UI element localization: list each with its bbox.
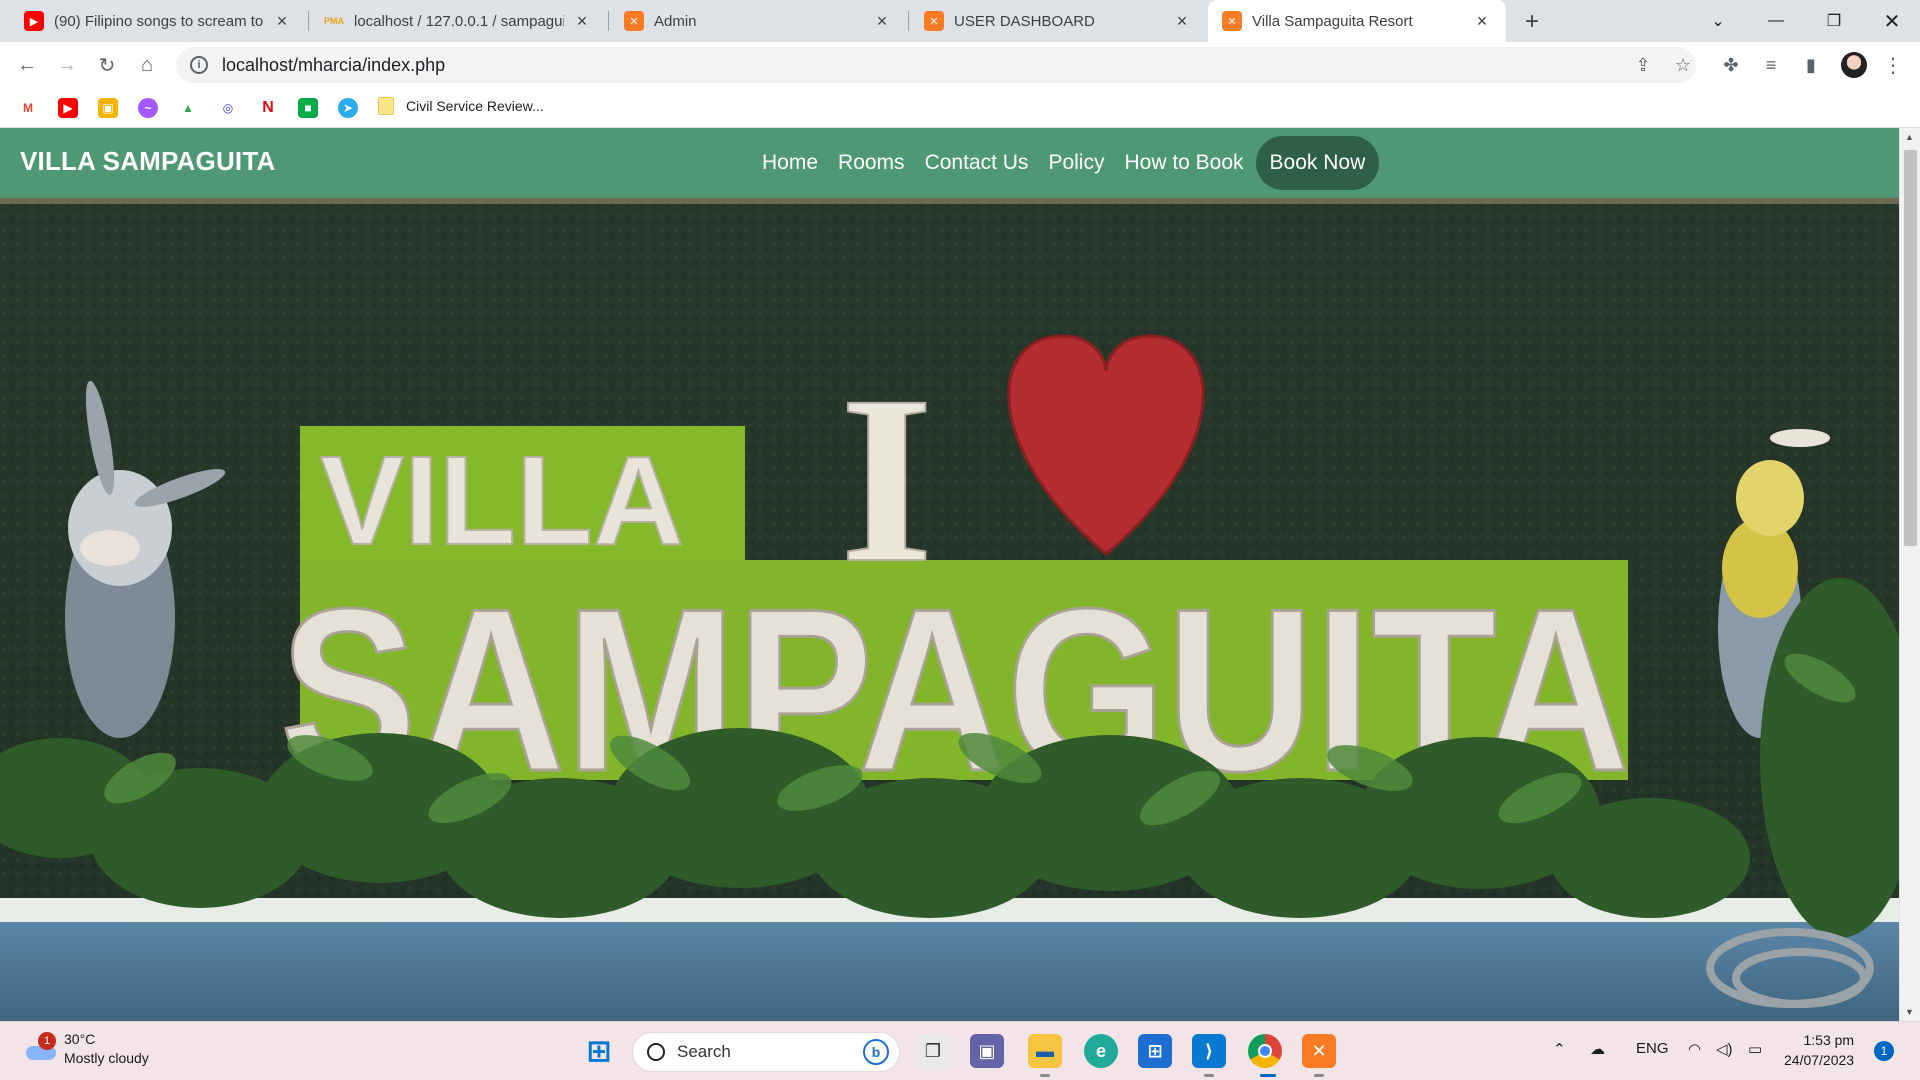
address-text: localhost/mharcia/index.php — [222, 54, 446, 75]
volume-icon[interactable]: ◁) — [1716, 1040, 1733, 1058]
close-window-button[interactable]: ✕ — [1864, 0, 1920, 42]
browser-tab[interactable]: ✕ USER DASHBOARD × — [910, 0, 1206, 42]
bing-icon[interactable]: b — [863, 1039, 889, 1065]
browser-tab[interactable]: ✕ Admin × — [610, 0, 906, 42]
weather-temp: 30°C — [64, 1031, 96, 1047]
reload-icon[interactable]: ↻ — [92, 50, 122, 80]
xampp-icon[interactable]: ✕ — [1302, 1034, 1336, 1068]
scrollbar-thumb[interactable] — [1904, 150, 1917, 546]
restore-button[interactable]: ❐ — [1806, 0, 1862, 42]
extensions-icon[interactable]: ✤ — [1716, 50, 1746, 80]
bookmark-folder[interactable]: Civil Service Review... — [378, 97, 544, 115]
youtube-icon: ▶ — [24, 11, 44, 31]
gmail-icon[interactable]: M — [18, 98, 38, 118]
tab-title: localhost / 127.0.0.1 / sampaguita — [354, 12, 564, 30]
telegram-icon[interactable]: ➤ — [338, 98, 358, 118]
netflix-icon[interactable]: N — [258, 98, 278, 118]
edge-icon[interactable]: e — [1084, 1034, 1118, 1068]
close-tab-icon[interactable]: × — [1172, 11, 1192, 31]
profile-avatar[interactable] — [1841, 52, 1867, 78]
weather-widget[interactable]: 1 30°C Mostly cloudy — [24, 1030, 149, 1068]
browser-tab-active[interactable]: ✕ Villa Sampaguita Resort × — [1208, 0, 1506, 42]
vscode-icon[interactable]: ⟩ — [1192, 1034, 1226, 1068]
new-tab-button[interactable]: + — [1518, 8, 1546, 36]
nav-contact-us[interactable]: Contact Us — [915, 136, 1039, 190]
menu-kebab-icon[interactable]: ⋮ — [1878, 50, 1908, 80]
close-tab-icon[interactable]: × — [272, 11, 292, 31]
site-info-icon[interactable]: i — [190, 56, 208, 74]
windows-taskbar: 1 30°C Mostly cloudy ⊞ Search b ❐ ▣ ▬ e … — [0, 1021, 1920, 1080]
search-label: Search — [677, 1042, 731, 1061]
phpmyadmin-icon: PMA — [324, 16, 344, 26]
show-hidden-icons-icon[interactable]: ⌃ — [1553, 1040, 1566, 1058]
wifi-icon[interactable]: ◠ — [1688, 1040, 1701, 1058]
close-tab-icon[interactable]: × — [1472, 11, 1492, 31]
forward-icon[interactable]: → — [52, 50, 82, 80]
bookmark-folder-label: Civil Service Review... — [406, 98, 544, 114]
xampp-icon: ✕ — [1222, 11, 1242, 31]
battery-icon[interactable]: ▭ — [1748, 1040, 1762, 1058]
tab-search-icon[interactable]: ⌄ — [1690, 0, 1746, 42]
youtube-icon[interactable]: ▶ — [58, 98, 78, 118]
nav-home[interactable]: Home — [752, 136, 828, 190]
home-icon[interactable]: ⌂ — [132, 50, 162, 80]
cloud-icon: 1 — [24, 1032, 58, 1064]
hero-image: VILLA I SAMPAGUITA — [0, 198, 1899, 1021]
page-viewport: VILLA SAMPAGUITA Home Rooms Contact Us P… — [0, 128, 1899, 1021]
site-navbar: VILLA SAMPAGUITA Home Rooms Contact Us P… — [0, 128, 1899, 198]
file-explorer-icon[interactable]: ▬ — [1028, 1034, 1062, 1068]
back-icon[interactable]: ← — [12, 50, 42, 80]
side-panel-icon[interactable]: ▮ — [1796, 50, 1826, 80]
folder-icon — [378, 97, 394, 115]
site-brand[interactable]: VILLA SAMPAGUITA — [20, 146, 275, 177]
notification-badge[interactable]: 1 — [1874, 1041, 1894, 1061]
share-icon[interactable]: ⇪ — [1628, 50, 1658, 80]
minimize-button[interactable]: — — [1748, 0, 1804, 42]
google-classroom-icon[interactable]: ▣ — [98, 98, 118, 118]
task-view-icon[interactable]: ❐ — [916, 1034, 950, 1068]
browser-toolbar: ← → ↻ ⌂ i localhost/mharcia/index.php ⇪ … — [0, 42, 1920, 88]
windows-start-icon[interactable]: ⊞ — [582, 1034, 616, 1068]
nav-rooms[interactable]: Rooms — [828, 136, 915, 190]
browser-tab[interactable]: PMA localhost / 127.0.0.1 / sampaguita × — [310, 0, 606, 42]
bookmarks-bar: M ▶ ▣ ~ ▲ ◎ N ■ ➤ Civil Service Review..… — [0, 88, 1920, 128]
tab-title: USER DASHBOARD — [954, 12, 1095, 30]
system-clock[interactable]: 1:53 pm 24/07/2023 — [1784, 1030, 1854, 1070]
weather-badge: 1 — [38, 1032, 56, 1050]
clock-time: 1:53 pm — [1803, 1032, 1855, 1048]
page-scrollbar[interactable]: ▲ ▼ — [1899, 128, 1920, 1021]
address-bar[interactable]: i localhost/mharcia/index.php — [176, 47, 1696, 83]
teams-chat-icon[interactable]: ▣ — [970, 1034, 1004, 1068]
media-icon[interactable]: ≡ — [1756, 50, 1786, 80]
taskbar-search[interactable]: Search b — [632, 1032, 900, 1072]
tab-title: (90) Filipino songs to scream to - — [54, 12, 264, 30]
clock-date: 24/07/2023 — [1784, 1052, 1855, 1068]
nav-how-to-book[interactable]: How to Book — [1114, 136, 1253, 190]
book-now-button[interactable]: Book Now — [1255, 136, 1380, 190]
onedrive-icon[interactable]: ☁ — [1590, 1040, 1605, 1058]
messenger-icon[interactable]: ~ — [138, 98, 158, 118]
microsoft-store-icon[interactable]: ⊞ — [1138, 1034, 1172, 1068]
tab-title: Admin — [654, 12, 697, 30]
tab-title: Villa Sampaguita Resort — [1252, 12, 1413, 30]
google-drive-icon[interactable]: ▲ — [178, 98, 198, 118]
sign-villa: VILLA — [320, 430, 684, 571]
bookmark-star-icon[interactable]: ☆ — [1668, 50, 1698, 80]
site-menu: Home Rooms Contact Us Policy How to Book… — [752, 136, 1380, 190]
close-tab-icon[interactable]: × — [572, 11, 592, 31]
close-tab-icon[interactable]: × — [872, 11, 892, 31]
scroll-up-icon[interactable]: ▲ — [1905, 132, 1914, 142]
tab-strip: ▶ (90) Filipino songs to scream to - × P… — [0, 0, 1920, 42]
language-indicator[interactable]: ENG — [1636, 1040, 1669, 1057]
nav-policy[interactable]: Policy — [1038, 136, 1114, 190]
chrome-icon[interactable] — [1248, 1034, 1282, 1068]
bookmark-icon[interactable]: ◎ — [218, 98, 238, 118]
scroll-down-icon[interactable]: ▼ — [1905, 1007, 1914, 1017]
weather-desc: Mostly cloudy — [64, 1050, 149, 1066]
browser-tab[interactable]: ▶ (90) Filipino songs to scream to - × — [10, 0, 306, 42]
xampp-icon: ✕ — [624, 11, 644, 31]
google-meet-icon[interactable]: ■ — [298, 98, 318, 118]
xampp-icon: ✕ — [924, 11, 944, 31]
search-icon — [647, 1043, 665, 1061]
